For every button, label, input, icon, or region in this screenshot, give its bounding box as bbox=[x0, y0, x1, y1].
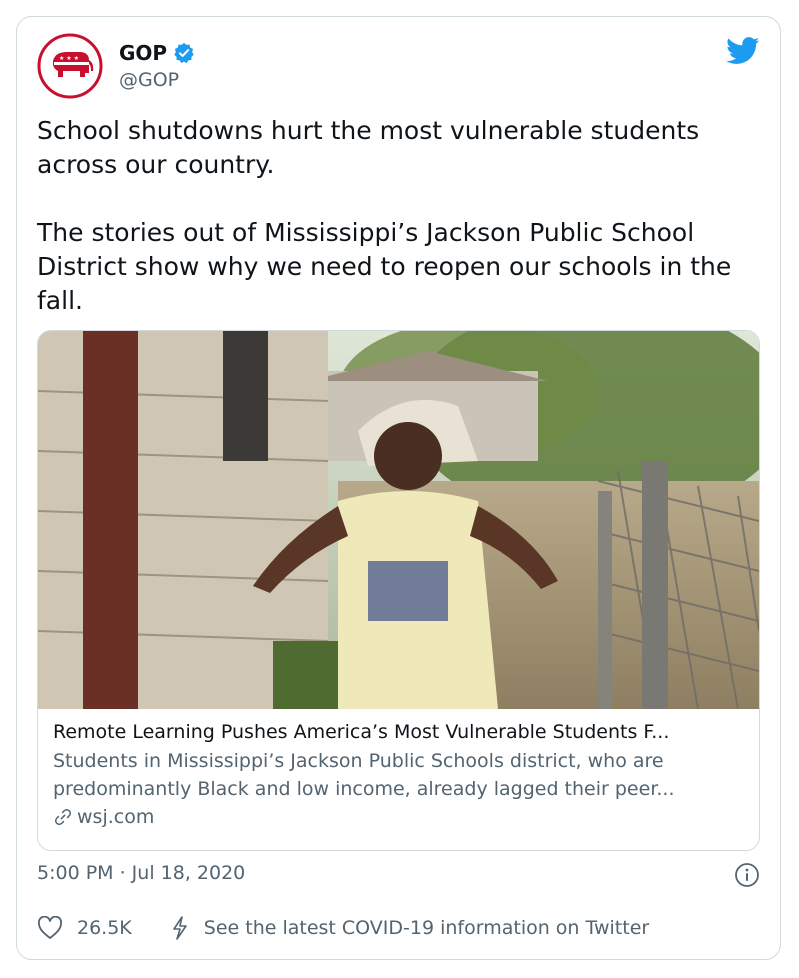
article-photo[interactable] bbox=[38, 331, 759, 709]
info-icon[interactable] bbox=[734, 862, 760, 888]
link-description[interactable]: Students in Mississippi’s Jackson Public… bbox=[53, 747, 748, 803]
author-handle[interactable]: @GOP bbox=[119, 69, 179, 91]
link-preview-card[interactable]: Remote Learning Pushes America’s Most Vu… bbox=[37, 330, 760, 851]
like-button[interactable]: 26.5K bbox=[37, 916, 132, 940]
twitter-bird-icon[interactable] bbox=[726, 37, 760, 65]
author-name[interactable]: GOP bbox=[119, 41, 167, 65]
tweet-timestamp[interactable]: 5:00 PM · Jul 18, 2020 bbox=[37, 862, 245, 884]
covid-info-text[interactable]: See the latest COVID-19 information on T… bbox=[204, 917, 649, 939]
link-icon bbox=[54, 808, 72, 826]
svg-text:★ ★ ★: ★ ★ ★ bbox=[59, 55, 79, 62]
tweet-card: ★ ★ ★ GOP @GOP School shutdowns hurt the… bbox=[16, 16, 781, 960]
heart-icon[interactable] bbox=[37, 916, 63, 940]
verified-badge-icon bbox=[174, 42, 194, 64]
tweet-footer: 26.5K See the latest COVID-19 informatio… bbox=[37, 915, 649, 941]
link-domain-row[interactable]: wsj.com bbox=[53, 803, 748, 831]
like-count: 26.5K bbox=[77, 917, 132, 939]
tweet-text: School shutdowns hurt the most vulnerabl… bbox=[37, 116, 732, 315]
covid-info-link[interactable]: See the latest COVID-19 information on T… bbox=[170, 915, 649, 941]
link-domain[interactable]: wsj.com bbox=[77, 803, 154, 831]
republican-elephant-logo[interactable]: ★ ★ ★ bbox=[37, 33, 103, 99]
link-title[interactable]: Remote Learning Pushes America’s Most Vu… bbox=[53, 719, 748, 745]
lightning-icon bbox=[172, 916, 187, 940]
author-name-row[interactable]: GOP bbox=[119, 41, 195, 65]
